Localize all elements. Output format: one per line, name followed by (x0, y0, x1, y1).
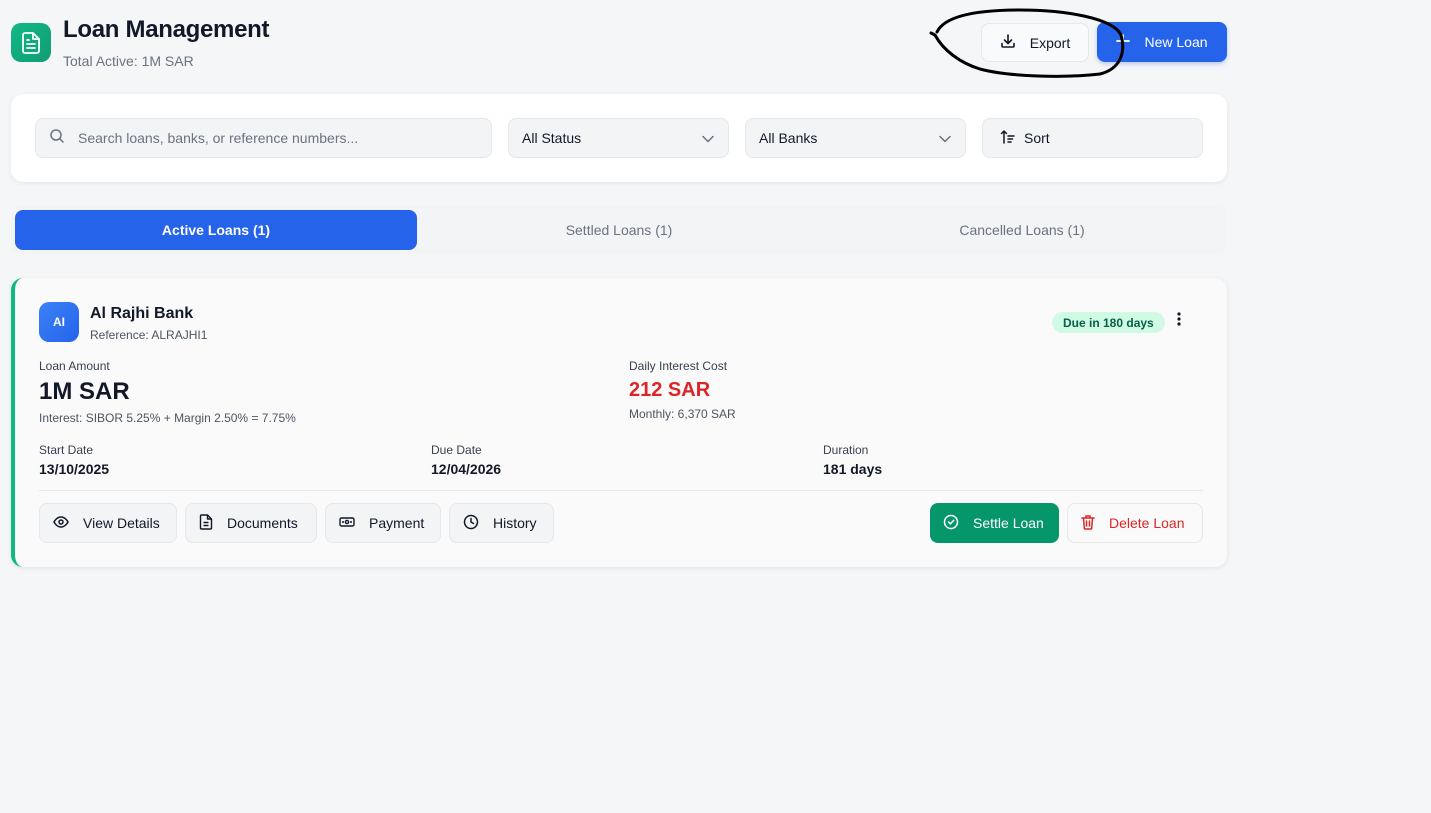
new-loan-label: New Loan (1144, 34, 1208, 50)
new-loan-button[interactable]: New Loan (1097, 22, 1227, 62)
tab-active-loans[interactable]: Active Loans (1) (15, 210, 417, 250)
due-date-label: Due Date (431, 443, 482, 457)
loan-card: AI Al Rajhi Bank Reference: ALRAJHI1 Due… (11, 278, 1227, 567)
bank-filter-select[interactable]: All Banks (745, 118, 966, 158)
loan-amount-value: 1M SAR (39, 378, 130, 405)
payment-button[interactable]: Payment (325, 503, 441, 543)
check-circle-icon (943, 514, 959, 533)
delete-loan-label: Delete Loan (1109, 515, 1185, 531)
delete-loan-button[interactable]: Delete Loan (1067, 503, 1203, 543)
start-date-label: Start Date (39, 443, 94, 457)
daily-interest-label: Daily Interest Cost (629, 359, 728, 373)
search-box[interactable] (35, 118, 492, 158)
document-icon (199, 513, 213, 533)
settle-loan-button[interactable]: Settle Loan (930, 503, 1059, 543)
bank-name: Al Rajhi Bank (90, 305, 194, 322)
bank-filter-value: All Banks (759, 130, 818, 146)
card-divider (39, 490, 1203, 491)
history-button[interactable]: History (449, 503, 554, 543)
status-filter-select[interactable]: All Status (508, 118, 729, 158)
due-date-value: 12/04/2026 (431, 461, 502, 477)
due-status-badge: Due in 180 days (1052, 312, 1165, 333)
app-logo-icon (11, 23, 51, 62)
eye-icon (53, 514, 69, 533)
more-options-icon[interactable] (1177, 311, 1181, 332)
status-filter-value: All Status (522, 130, 582, 146)
bank-avatar: AI (39, 302, 79, 342)
download-icon (1000, 33, 1016, 52)
loan-reference: Reference: ALRAJHI1 (90, 328, 208, 342)
loan-status-tabs: Active Loans (1) Settled Loans (1) Cance… (11, 206, 1227, 254)
plus-icon (1116, 33, 1131, 51)
tab-settled-loans[interactable]: Settled Loans (1) (418, 210, 820, 250)
chevron-down-icon (939, 130, 951, 146)
monthly-interest-text: Monthly: 6,370 SAR (629, 407, 736, 421)
search-icon (49, 128, 65, 149)
payment-label: Payment (369, 515, 425, 531)
sort-button[interactable]: Sort (982, 118, 1203, 158)
view-details-button[interactable]: View Details (39, 503, 177, 543)
trash-icon (1081, 514, 1095, 533)
duration-label: Duration (823, 443, 869, 457)
view-details-label: View Details (83, 515, 160, 531)
sort-label: Sort (1024, 130, 1050, 146)
tab-cancelled-loans[interactable]: Cancelled Loans (1) (821, 210, 1223, 250)
documents-button[interactable]: Documents (185, 503, 317, 543)
start-date-value: 13/10/2025 (39, 461, 110, 477)
banknote-icon (339, 515, 355, 531)
chevron-down-icon (702, 130, 714, 146)
loan-amount-label: Loan Amount (39, 359, 110, 373)
daily-interest-value: 212 SAR (629, 379, 711, 401)
filter-bar: All Status All Banks Sort (11, 94, 1227, 182)
page-subtitle: Total Active: 1M SAR (63, 53, 194, 69)
documents-label: Documents (227, 515, 298, 531)
settle-loan-label: Settle Loan (973, 515, 1044, 531)
sort-icon (1000, 129, 1016, 148)
history-label: History (493, 515, 537, 531)
export-button[interactable]: Export (981, 23, 1089, 62)
page-title: Loan Management (63, 16, 270, 43)
clock-icon (463, 514, 479, 533)
export-label: Export (1029, 34, 1071, 51)
interest-breakdown: Interest: SIBOR 5.25% + Margin 2.50% = 7… (39, 411, 296, 425)
search-input[interactable] (78, 130, 458, 146)
duration-value: 181 days (823, 461, 883, 477)
